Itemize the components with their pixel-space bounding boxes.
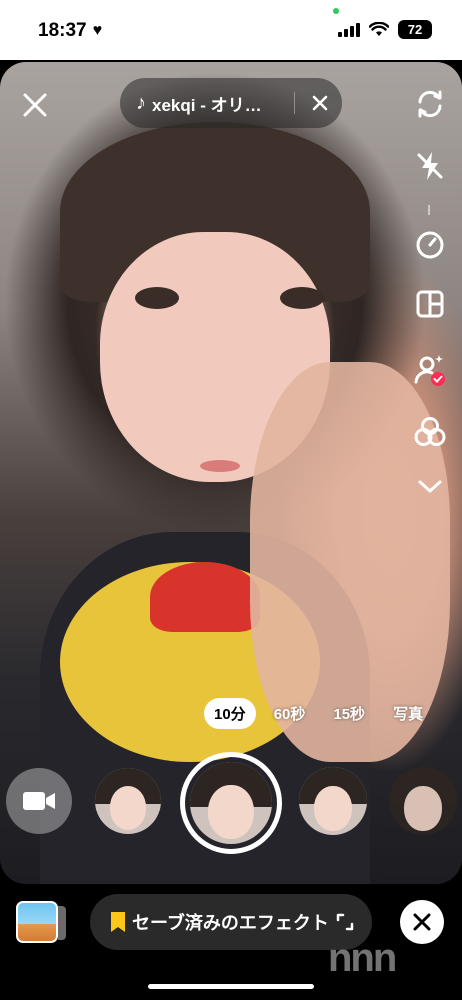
- filters-person-icon[interactable]: [410, 350, 450, 390]
- preview-left-eye: [135, 287, 179, 309]
- status-right: 72: [338, 20, 432, 39]
- effects-icon[interactable]: [410, 412, 450, 452]
- duration-option-10min[interactable]: 10分: [204, 698, 256, 729]
- heart-icon: ♥: [92, 22, 103, 39]
- preview-right-eye: [280, 287, 324, 309]
- sound-label: xekqi - オリ…: [152, 95, 262, 115]
- gallery-button[interactable]: [16, 901, 58, 943]
- flash-off-icon[interactable]: [410, 146, 450, 186]
- effect-thumbnail-4[interactable]: [389, 767, 457, 835]
- layout-icon[interactable]: [410, 284, 450, 324]
- chevron-down-icon[interactable]: [410, 466, 450, 506]
- add-sound-button[interactable]: ♪ xekqi - オリ…: [120, 78, 342, 128]
- music-note-icon: ♪: [136, 91, 146, 114]
- close-icon: [413, 913, 431, 931]
- divider: [294, 92, 295, 114]
- video-mode-button[interactable]: [6, 768, 72, 834]
- effect-thumbnail-1[interactable]: [95, 768, 161, 834]
- expand-icon: [336, 913, 354, 931]
- duration-option-15s[interactable]: 15秒: [323, 698, 375, 729]
- wifi-icon: [369, 22, 389, 36]
- bookmark-icon: [111, 912, 125, 932]
- status-time: 18:37 ♥: [38, 20, 102, 42]
- home-indicator[interactable]: [148, 984, 314, 989]
- gallery-stack-shadow: [58, 906, 66, 940]
- battery-indicator: 72: [398, 20, 432, 39]
- preview-lips: [200, 460, 240, 472]
- timer-icon[interactable]: [410, 224, 450, 264]
- remove-sound-icon[interactable]: [308, 91, 332, 115]
- duration-selector: 10分 60秒 15秒 写真: [204, 698, 433, 729]
- flip-camera-icon[interactable]: [410, 84, 450, 124]
- signal-icon: [338, 22, 360, 37]
- duration-option-60s[interactable]: 60秒: [264, 698, 316, 729]
- close-effects-button[interactable]: [400, 900, 444, 944]
- preview-santa-hat: [150, 562, 260, 632]
- time-text: 18:37: [38, 20, 87, 41]
- saved-effects-label: セーブ済みのエフェクト: [132, 913, 329, 933]
- status-bar: 18:37 ♥ 72: [0, 0, 462, 60]
- capture-button[interactable]: [180, 752, 282, 854]
- toolbar-divider: [428, 205, 430, 215]
- close-icon[interactable]: [22, 92, 48, 118]
- video-camera-icon: [23, 792, 55, 810]
- effect-thumbnail-3[interactable]: [299, 767, 367, 835]
- duration-option-photo[interactable]: 写真: [383, 698, 433, 729]
- mic-indicator-dot: [333, 8, 339, 14]
- watermark: nnn: [328, 936, 397, 980]
